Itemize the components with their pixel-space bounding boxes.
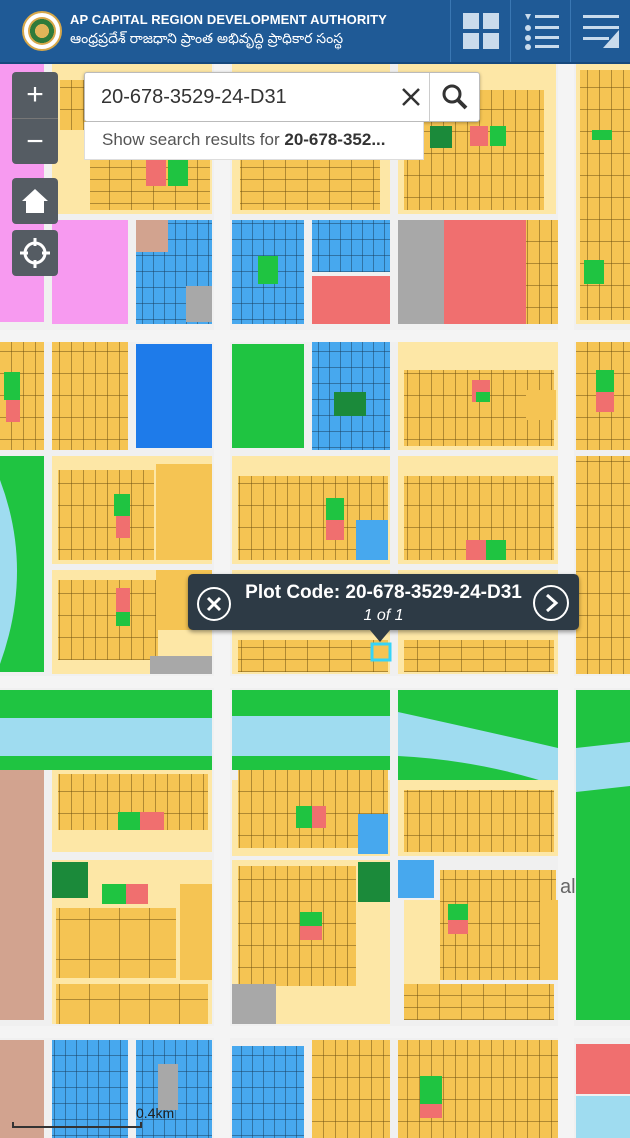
crda-logo <box>22 11 62 51</box>
header-titles: AP CAPITAL REGION DEVELOPMENT AUTHORITY … <box>70 12 387 50</box>
popup-count: 1 of 1 <box>363 607 404 624</box>
title-telugu: ఆంధ్రప్రదేశ్ రాజధాని ప్రాంత అభివృద్ధి ప్… <box>70 30 344 46</box>
map-partial-label: al <box>560 876 576 898</box>
search-suggestion[interactable]: Show search results for 20-678-352... <box>84 122 424 160</box>
header-buttons <box>450 0 630 62</box>
locate-icon <box>20 238 50 268</box>
close-icon <box>402 88 420 106</box>
basemap-gallery-button[interactable] <box>450 0 510 62</box>
app-header: AP CAPITAL REGION DEVELOPMENT AUTHORITY … <box>0 0 630 64</box>
title-english: AP CAPITAL REGION DEVELOPMENT AUTHORITY <box>70 12 387 27</box>
block-row-2 <box>0 342 630 450</box>
popup-pointer <box>370 630 390 642</box>
search-button[interactable] <box>429 73 479 121</box>
popup-title: Plot Code: 20-678-3529-24-D31 <box>245 582 522 603</box>
menu-icon <box>582 15 619 48</box>
list-icon <box>524 14 559 50</box>
suggestion-prefix: Show search results for <box>102 130 285 149</box>
locate-button[interactable] <box>12 230 58 276</box>
scale-bar: 0.4km <box>12 1104 174 1132</box>
search-box <box>84 72 480 122</box>
home-icon <box>22 189 48 213</box>
plot-popup: Plot Code: 20-678-3529-24-D31 1 of 1 <box>188 574 579 630</box>
zoom-in-button[interactable]: + <box>12 72 58 118</box>
search-input[interactable] <box>85 73 393 121</box>
scale-label: 0.4km <box>136 1105 175 1121</box>
app-window: AP CAPITAL REGION DEVELOPMENT AUTHORITY … <box>0 0 630 1138</box>
grid-icon <box>462 13 499 49</box>
zoom-control: + − <box>12 72 58 164</box>
suggestion-term: 20-678-352... <box>284 130 386 149</box>
zoom-out-button[interactable]: − <box>12 118 58 164</box>
home-button[interactable] <box>12 178 58 224</box>
clear-search-button[interactable] <box>393 73 429 121</box>
popup-next-button[interactable] <box>533 585 569 621</box>
legend-button[interactable] <box>510 0 570 62</box>
block-row-4 <box>0 770 558 1024</box>
menu-button[interactable] <box>570 0 630 62</box>
search-icon <box>442 84 467 110</box>
chevron-right-icon <box>546 593 559 613</box>
